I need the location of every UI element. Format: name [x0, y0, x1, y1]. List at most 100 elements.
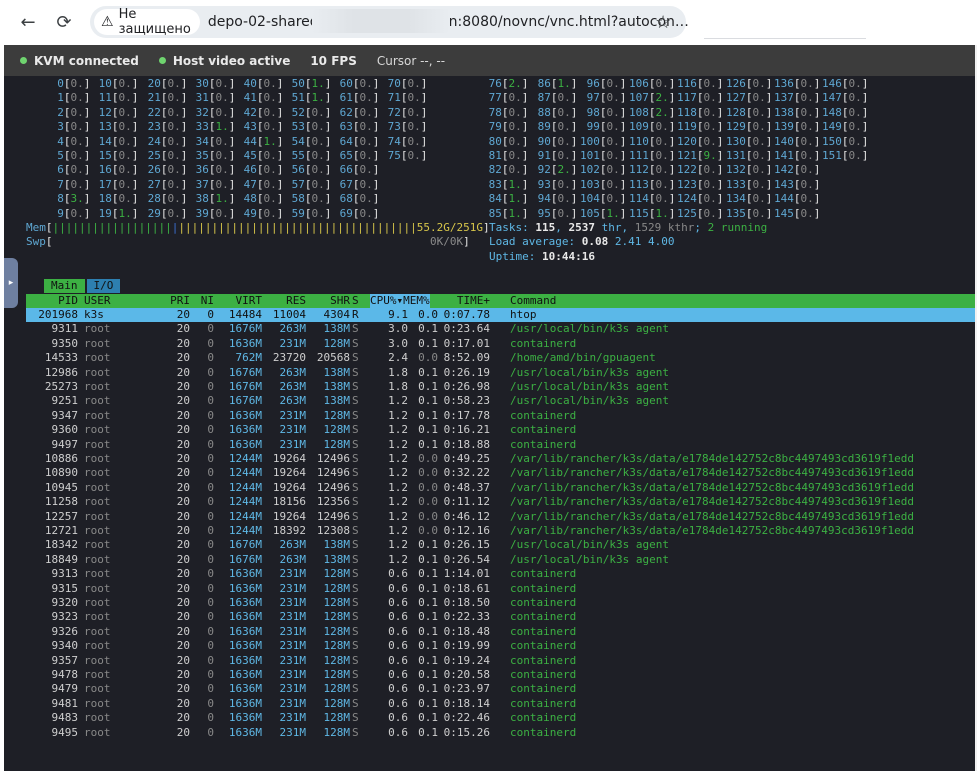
cpu-meter: 103[0.]: [580, 177, 627, 191]
table-row[interactable]: 18342 root 20 0 1676M 263M 138M S 1.2 0.1 0:26.15/…: [26, 538, 975, 552]
table-row[interactable]: 10886 root 20 0 1244M 19264 12496 S 1.2 0.0 0:49.2…: [26, 452, 975, 466]
cell-shr: 128M: [323, 725, 351, 739]
cell-virt: 1636M: [228, 668, 262, 681]
cpu-id: 35: [189, 149, 209, 162]
cpu-meter: 127[0.]: [726, 91, 773, 105]
cpu-usage: 0.: [118, 149, 132, 162]
cpu-usage: 1.: [557, 77, 571, 90]
table-row[interactable]: 9495 root 20 0 1636M 231M 128M S 0.6 0.1 0:15.26 co…: [26, 726, 975, 740]
cpu-usage: 0.: [752, 163, 766, 177]
table-row[interactable]: 14533 root 20 0 762M 23720 20568 S 2.4 0.0 8:52.09…: [26, 351, 975, 365]
cpu-id: 131: [726, 149, 746, 162]
table-row[interactable]: 9311 root 20 0 1676M 263M 138M S 3.0 0.1 0:23.64/u…: [26, 322, 975, 336]
cell-mem: 0.1: [418, 538, 438, 552]
cpu-id: 42: [237, 105, 257, 119]
cell-time: 0:22.33: [443, 610, 490, 624]
cpu-id: 101: [580, 149, 600, 162]
cpu-usage: 0.: [848, 91, 862, 105]
table-row[interactable]: 9357 root 20 0 1636M 231M 128M S 0.6 0.1 0:19.24 co…: [26, 654, 975, 668]
site-info-chip[interactable]: ⚠ Не защищено: [94, 7, 200, 37]
table-row[interactable]: 12257 root 20 0 1244M 19264 12496 S 1.2 0.0 0:46.1…: [26, 510, 975, 524]
cell-res: 18392: [272, 524, 306, 537]
cpu-id: 114: [629, 192, 649, 206]
table-row[interactable]: 9313 root 20 0 1636M 231M 128M S 0.6 0.1 1:14.01 co…: [26, 567, 975, 581]
cell-user: root: [84, 567, 111, 581]
sort-column-cpu[interactable]: CPU%▾MEM%: [370, 293, 430, 308]
terminal-screen[interactable]: 0[0.] 1[0.] 2[0.] 3[0.] 4[0.] 5[0.] 6[0.…: [4, 76, 975, 771]
cell-res: 18156: [272, 495, 306, 509]
cpu-usage: 1.: [263, 134, 277, 148]
table-row[interactable]: 11258 root 20 0 1244M 18156 12356 S 1.2 0.0 0:11.1…: [26, 495, 975, 509]
novnc-control-handle[interactable]: ▸: [4, 258, 18, 308]
cpu-id: 137: [774, 91, 794, 105]
table-row[interactable]: 9340 root 20 0 1636M 231M 128M S 0.6 0.1 0:19.99 co…: [26, 639, 975, 653]
back-button[interactable]: ←: [16, 10, 40, 34]
table-row[interactable]: 10945 root 20 0 1244M 19264 12496 S 1.2 0.0 0:48.3…: [26, 481, 975, 495]
cell-time: 0:17.01: [443, 336, 490, 350]
bookmark-star-icon[interactable]: ☆: [655, 12, 671, 33]
table-row[interactable]: 9251 root 20 0 1676M 263M 138M S 1.2 0.1 0:58.23/u…: [26, 394, 975, 408]
table-row[interactable]: 12721 root 20 0 1244M 18392 12308 S 1.2 0.0 0:12.1…: [26, 524, 975, 538]
cpu-meter: 150[0.]: [822, 134, 869, 148]
table-row[interactable]: 9323 root 20 0 1636M 231M 128M S 0.6 0.1 0:22.33 co…: [26, 610, 975, 624]
cell-virt: 1676M: [228, 538, 262, 552]
table-row[interactable]: 9478 root 20 0 1636M 231M 128M S 0.6 0.1 0:20.58 co…: [26, 668, 975, 682]
cpu-meter: 30[0.]: [189, 77, 236, 90]
table-row[interactable]: 9481 root 20 0 1636M 231M 128M S 0.6 0.1 0:18.14 co…: [26, 697, 975, 711]
novnc-frame: KVM connected Host video active 10 FPS C…: [4, 45, 975, 771]
cpu-usage: 0.: [70, 177, 84, 191]
table-row[interactable]: 9326 root 20 0 1636M 231M 128M S 0.6 0.1 0:18.48 co…: [26, 625, 975, 639]
cpu-id: 53: [285, 120, 305, 134]
cell-pri: 20: [176, 711, 190, 725]
table-row[interactable]: 12986 root 20 0 1676M 263M 138M S 1.8 0.1 0:26.19/…: [26, 366, 975, 380]
table-row[interactable]: 18849 root 20 0 1676M 263M 138M S 1.2 0.1 0:26.54/…: [26, 553, 975, 567]
cell-time: 0:49.25: [443, 452, 490, 465]
table-row-selected[interactable]: 201968 k3s 20 0 14484 11004 4304 R 9.1 0.0 0:07.78…: [26, 308, 975, 323]
cell-pid: 9360: [51, 423, 79, 437]
cpu-usage: 0.: [263, 120, 277, 134]
cpu-id: 40: [237, 77, 257, 90]
expand-arrow-icon: ▸: [8, 278, 14, 288]
cpu-id: 134: [726, 192, 746, 206]
cpu-id: 34: [189, 134, 209, 148]
cpu-meter: 25[0.]: [141, 149, 188, 162]
cell-user: root: [84, 696, 111, 710]
cell-shr: 128M: [323, 567, 351, 581]
table-row[interactable]: 9483 root 20 0 1636M 231M 128M S 0.6 0.1 0:22.46 co…: [26, 711, 975, 725]
table-row[interactable]: 9350 root 20 0 1636M 231M 128M S 3.0 0.1 0:17.01 co…: [26, 337, 975, 351]
cpu-id: 124: [677, 192, 697, 206]
cpu-meter: 56[0.]: [285, 163, 332, 177]
cell-time: 0:23.64: [443, 322, 490, 336]
table-row[interactable]: 9479 root 20 0 1636M 231M 128M S 0.6 0.1 0:23.97 co…: [26, 682, 975, 696]
table-row[interactable]: 9320 root 20 0 1636M 231M 128M S 0.6 0.1 0:18.50 co…: [26, 596, 975, 610]
cpu-usage: 0.: [508, 105, 522, 119]
table-row[interactable]: 25273 root 20 0 1676M 263M 138M S 1.8 0.1 0:26.98/…: [26, 380, 975, 394]
cell-ni: 0: [207, 552, 214, 566]
cpu-usage: 0.: [800, 134, 814, 148]
table-row[interactable]: 10890 root 20 0 1244M 19264 12496 S 1.2 0.0 0:32.2…: [26, 466, 975, 480]
table-row[interactable]: 9315 root 20 0 1636M 231M 128M S 0.6 0.1 0:18.61 co…: [26, 582, 975, 596]
table-row[interactable]: 9497 root 20 0 1636M 231M 128M S 1.2 0.1 0:18.88 co…: [26, 438, 975, 452]
tab-main[interactable]: Main: [44, 279, 85, 294]
cell-mem: 0.1: [418, 423, 438, 437]
cell-s: S: [352, 639, 359, 653]
reload-button[interactable]: ⟳: [52, 10, 76, 34]
cell-cmd: containerd: [510, 725, 577, 739]
cpu-meter: 54[0.]: [285, 134, 332, 148]
table-row[interactable]: 9347 root 20 0 1636M 231M 128M S 1.2 0.1 0:17.78 co…: [26, 409, 975, 423]
cell-mem: 0.0: [418, 509, 438, 523]
cell-s: S: [352, 653, 359, 667]
table-row[interactable]: 9360 root 20 0 1636M 231M 128M S 1.2 0.1 0:16.21 co…: [26, 423, 975, 437]
cell-time: 0:19.99: [443, 639, 490, 653]
cpu-meter: 108[2.]: [629, 105, 676, 119]
cell-cmd: /var/lib/rancher/k3s/data/e1784de142752c…: [510, 452, 914, 465]
cpu-usage: 0.: [848, 134, 862, 148]
cell-pri: 20: [176, 423, 190, 437]
tab-io[interactable]: I/O: [86, 279, 121, 294]
cpu-id: 147: [822, 91, 842, 105]
cell-pri: 20: [176, 668, 190, 681]
cpu-meter: 136[0.]: [774, 77, 821, 90]
cpu-id: 18: [92, 192, 112, 206]
cell-shr: 128M: [323, 437, 351, 451]
cpu-meter: 0[0.]: [44, 77, 91, 90]
